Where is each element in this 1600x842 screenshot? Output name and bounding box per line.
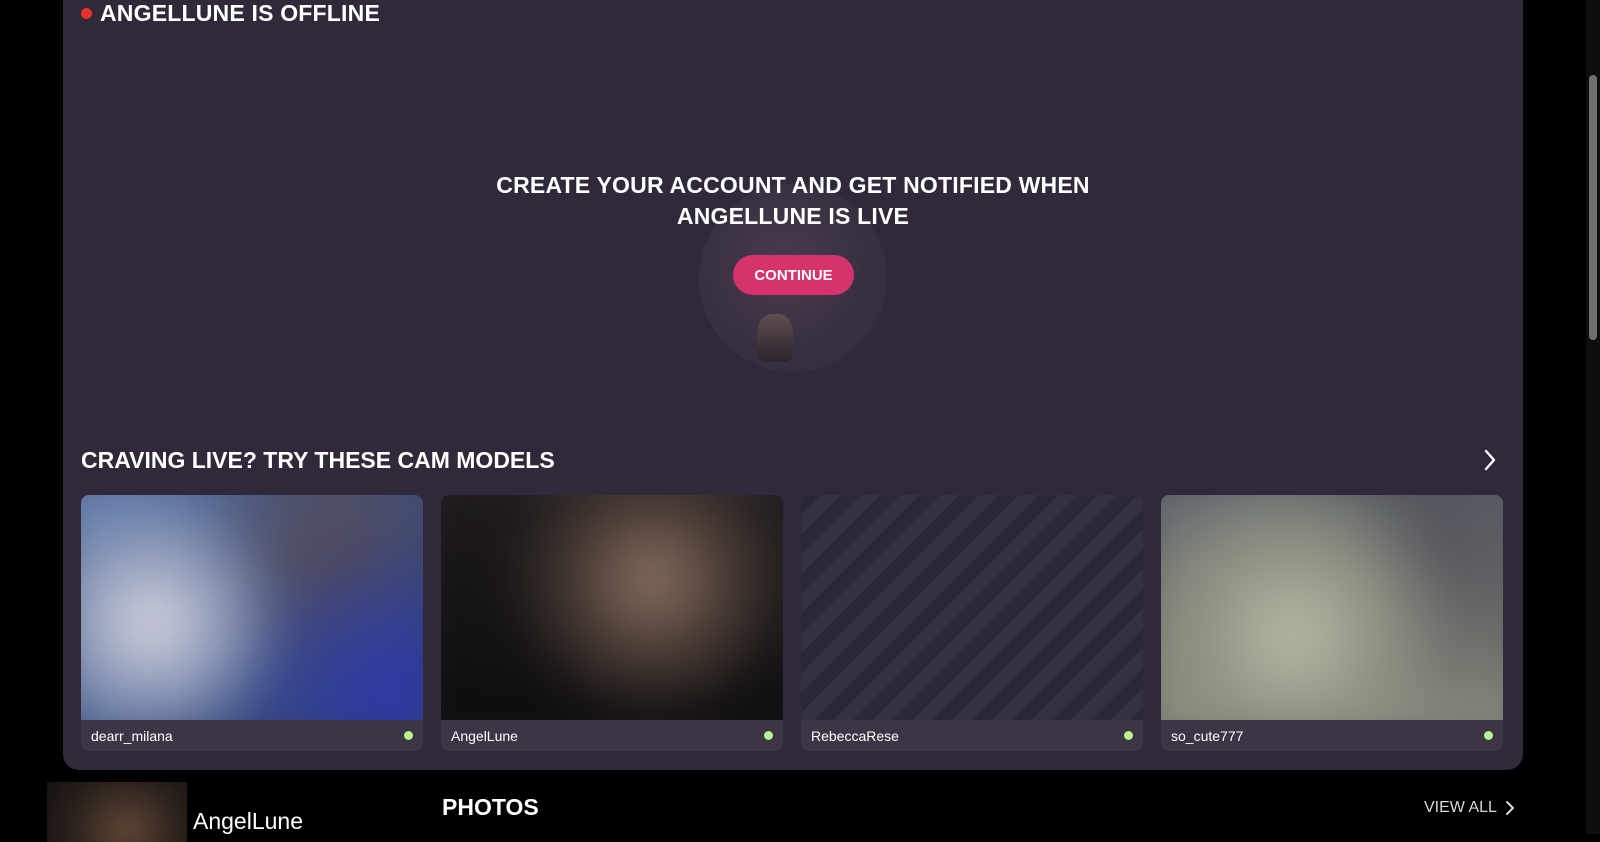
profile-thumbnail[interactable] [47,782,187,842]
notify-line-1: CREATE YOUR ACCOUNT AND GET NOTIFIED WHE… [496,172,1090,198]
view-all-label: VIEW ALL [1424,799,1497,816]
model-thumbnail [81,495,423,720]
notify-message: CREATE YOUR ACCOUNT AND GET NOTIFIED WHE… [393,170,1193,232]
page-scrollbar[interactable] [1586,0,1600,834]
model-card-footer: AngelLune [441,720,783,751]
continue-button[interactable]: CONTINUE [733,255,854,295]
offline-status-text: ANGELLUNE IS OFFLINE [100,0,380,26]
view-all-link[interactable]: VIEW ALL [1424,799,1515,817]
avatar-figure [757,314,793,362]
model-card[interactable]: dearr_milana [81,495,423,751]
model-card[interactable]: so_cute777 [1161,495,1503,751]
next-arrow-button[interactable] [1475,445,1505,475]
model-cards: dearr_milana AngelLune RebeccaRese so_cu… [81,495,1503,751]
model-card-footer: RebeccaRese [801,720,1143,751]
online-indicator-icon [1484,731,1493,740]
photos-title: PHOTOS [442,794,539,820]
online-indicator-icon [1124,731,1133,740]
online-indicator-icon [764,731,773,740]
model-card-footer: so_cute777 [1161,720,1503,751]
model-card-footer: dearr_milana [81,720,423,751]
offline-status: ANGELLUNE IS OFFLINE [81,0,380,27]
model-name: AngelLune [451,727,518,744]
chevron-right-icon [1505,801,1514,815]
model-name: so_cute777 [1171,727,1244,744]
model-name: RebeccaRese [811,727,899,744]
chevron-right-icon [1484,449,1496,471]
model-thumbnail [441,495,783,720]
profile-name: AngelLune [193,808,303,834]
scrollbar-thumb[interactable] [1589,75,1597,340]
notify-line-2: ANGELLUNE IS LIVE [676,203,910,229]
offline-dot-icon [81,8,92,19]
model-name: dearr_milana [91,727,173,744]
recommendations-title: CRAVING LIVE? TRY THESE CAM MODELS [81,447,555,473]
model-card[interactable]: AngelLune [441,495,783,751]
model-thumbnail-placeholder [801,495,1143,720]
model-thumbnail [1161,495,1503,720]
online-indicator-icon [404,731,413,740]
model-card[interactable]: RebeccaRese [801,495,1143,751]
stream-panel: ANGELLUNE IS OFFLINE CREATE YOUR ACCOUNT… [63,0,1523,770]
